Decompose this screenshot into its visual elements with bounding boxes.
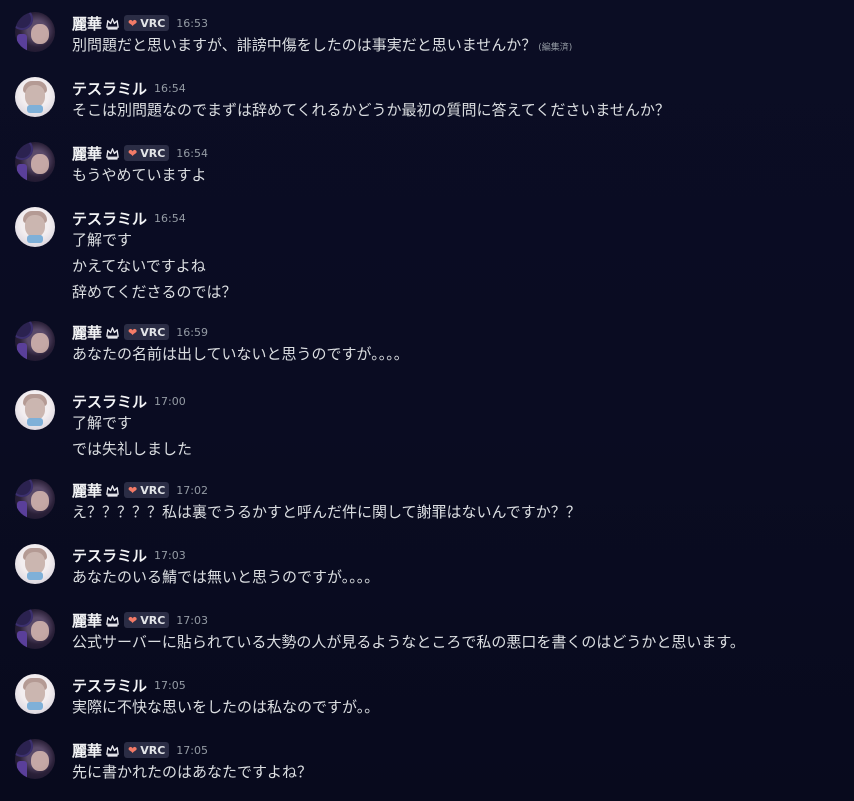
- username[interactable]: 麗華: [72, 740, 102, 761]
- avatar[interactable]: [15, 739, 55, 779]
- avatar[interactable]: [15, 77, 55, 117]
- message-header: 麗華 ❤ VRC 17:02: [72, 479, 208, 501]
- message-text: 了解です: [72, 229, 132, 250]
- avatar[interactable]: [15, 390, 55, 430]
- timestamp: 16:59: [176, 325, 208, 339]
- username[interactable]: 麗華: [72, 480, 102, 501]
- server-tag-label: VRC: [140, 325, 166, 339]
- message-text-content: 了解です: [72, 414, 133, 432]
- message-text: そこは別問題なのでまずは辞めてくれるかどうか最初の質問に答えてくださいませんか？: [72, 99, 670, 120]
- crown-icon: [105, 743, 120, 758]
- heart-icon: ❤: [128, 146, 138, 160]
- server-tag-label: VRC: [140, 16, 166, 30]
- message-text: もうやめていますよ: [72, 164, 207, 185]
- message-text-content: あなたの名前は出していないと思うのですが。。。。: [72, 345, 409, 363]
- timestamp: 17:02: [176, 483, 208, 497]
- message-text: 先に書かれたのはあなたですよね？: [72, 761, 312, 782]
- timestamp: 16:54: [176, 146, 208, 160]
- avatar[interactable]: [15, 207, 55, 247]
- message-text-content: そこは別問題なのでまずは辞めてくれるかどうか最初の質問に答えてくださいませんか？: [72, 101, 670, 119]
- username[interactable]: テスラミル: [72, 675, 147, 696]
- message-text-content: え？？？？？私は裏でうるかすと呼んだ件に関して謝罪はないんですか？？: [72, 503, 581, 521]
- message-header: 麗華 ❤ VRC 17:05: [72, 739, 208, 761]
- timestamp: 17:00: [154, 394, 186, 408]
- message-text: 辞めてくださるのでは？: [72, 281, 237, 302]
- server-tag-label: VRC: [140, 146, 166, 160]
- username[interactable]: 麗華: [72, 143, 102, 164]
- message-header: テスラミル 16:54: [72, 77, 186, 99]
- heart-icon: ❤: [128, 743, 138, 757]
- message-header: 麗華 ❤ VRC 16:53: [72, 12, 208, 34]
- timestamp: 16:54: [154, 211, 186, 225]
- message-text-content: では失礼しました: [72, 440, 193, 458]
- message-text: 了解です: [72, 412, 132, 433]
- message-text: あなたの名前は出していないと思うのですが。。。。: [72, 343, 409, 364]
- message-text: 実際に不快な思いをしたのは私なのですが。。: [72, 696, 379, 717]
- heart-icon: ❤: [128, 325, 138, 339]
- crown-icon: [105, 146, 120, 161]
- avatar[interactable]: [15, 609, 55, 649]
- avatar[interactable]: [15, 544, 55, 584]
- message-header: テスラミル 16:54: [72, 207, 186, 229]
- username[interactable]: 麗華: [72, 610, 102, 631]
- crown-icon: [105, 483, 120, 498]
- avatar[interactable]: [15, 321, 55, 361]
- server-tag[interactable]: ❤ VRC: [124, 482, 170, 498]
- message-header: テスラミル 17:05: [72, 674, 186, 696]
- avatar[interactable]: [15, 674, 55, 714]
- server-tag[interactable]: ❤ VRC: [124, 324, 170, 340]
- message-text-content: 先に書かれたのはあなたですよね？: [72, 763, 313, 781]
- message-text-content: 実際に不快な思いをしたのは私なのですが。。: [72, 698, 380, 716]
- avatar[interactable]: [15, 12, 55, 52]
- message-text: 公式サーバーに貼られている大勢の人が見るようなところで私の悪口を書くのはどうかと…: [72, 631, 745, 652]
- server-tag[interactable]: ❤ VRC: [124, 145, 170, 161]
- message-text-content: 辞めてくださるのでは？: [72, 283, 237, 301]
- message-header: 麗華 ❤ VRC 16:59: [72, 321, 208, 343]
- crown-icon: [105, 325, 120, 340]
- timestamp: 16:53: [176, 16, 208, 30]
- message-text: あなたのいる鯖では無いと思うのですが。。。。: [72, 566, 379, 587]
- username[interactable]: テスラミル: [72, 391, 147, 412]
- message-header: 麗華 ❤ VRC 16:54: [72, 142, 208, 164]
- server-tag-label: VRC: [140, 743, 166, 757]
- message-text-content: あなたのいる鯖では無いと思うのですが。。。。: [72, 568, 380, 586]
- edited-label: (編集済): [538, 43, 573, 53]
- username[interactable]: テスラミル: [72, 545, 147, 566]
- timestamp: 16:54: [154, 81, 186, 95]
- message-text: え？？？？？私は裏でうるかすと呼んだ件に関して謝罪はないんですか？？: [72, 501, 581, 522]
- server-tag[interactable]: ❤ VRC: [124, 612, 170, 628]
- message-text: 別問題だと思いますが、誹謗中傷をしたのは事実だと思いませんか？ (編集済): [72, 34, 572, 55]
- username[interactable]: 麗華: [72, 13, 102, 34]
- timestamp: 17:05: [176, 743, 208, 757]
- server-tag[interactable]: ❤ VRC: [124, 742, 170, 758]
- timestamp: 17:03: [176, 613, 208, 627]
- avatar[interactable]: [15, 479, 55, 519]
- message-text: では失礼しました: [72, 438, 192, 459]
- message-header: テスラミル 17:00: [72, 390, 186, 412]
- message-text-content: 了解です: [72, 231, 133, 249]
- username[interactable]: 麗華: [72, 322, 102, 343]
- username[interactable]: テスラミル: [72, 78, 147, 99]
- message-text: かえてないですよね: [72, 255, 206, 276]
- server-tag-label: VRC: [140, 613, 166, 627]
- server-tag[interactable]: ❤ VRC: [124, 15, 170, 31]
- server-tag-label: VRC: [140, 483, 166, 497]
- message-text-content: 別問題だと思いますが、誹謗中傷をしたのは事実だと思いませんか？: [72, 36, 537, 54]
- message-text-content: 公式サーバーに貼られている大勢の人が見るようなところで私の悪口を書くのはどうかと…: [72, 633, 745, 651]
- timestamp: 17:05: [154, 678, 186, 692]
- username[interactable]: テスラミル: [72, 208, 147, 229]
- avatar[interactable]: [15, 142, 55, 182]
- message-text-content: もうやめていますよ: [72, 166, 207, 184]
- timestamp: 17:03: [154, 548, 186, 562]
- heart-icon: ❤: [128, 483, 138, 497]
- message-header: 麗華 ❤ VRC 17:03: [72, 609, 208, 631]
- crown-icon: [105, 613, 120, 628]
- crown-icon: [105, 16, 120, 31]
- message-header: テスラミル 17:03: [72, 544, 186, 566]
- message-text-content: かえてないですよね: [72, 257, 206, 275]
- heart-icon: ❤: [128, 16, 138, 30]
- heart-icon: ❤: [128, 613, 138, 627]
